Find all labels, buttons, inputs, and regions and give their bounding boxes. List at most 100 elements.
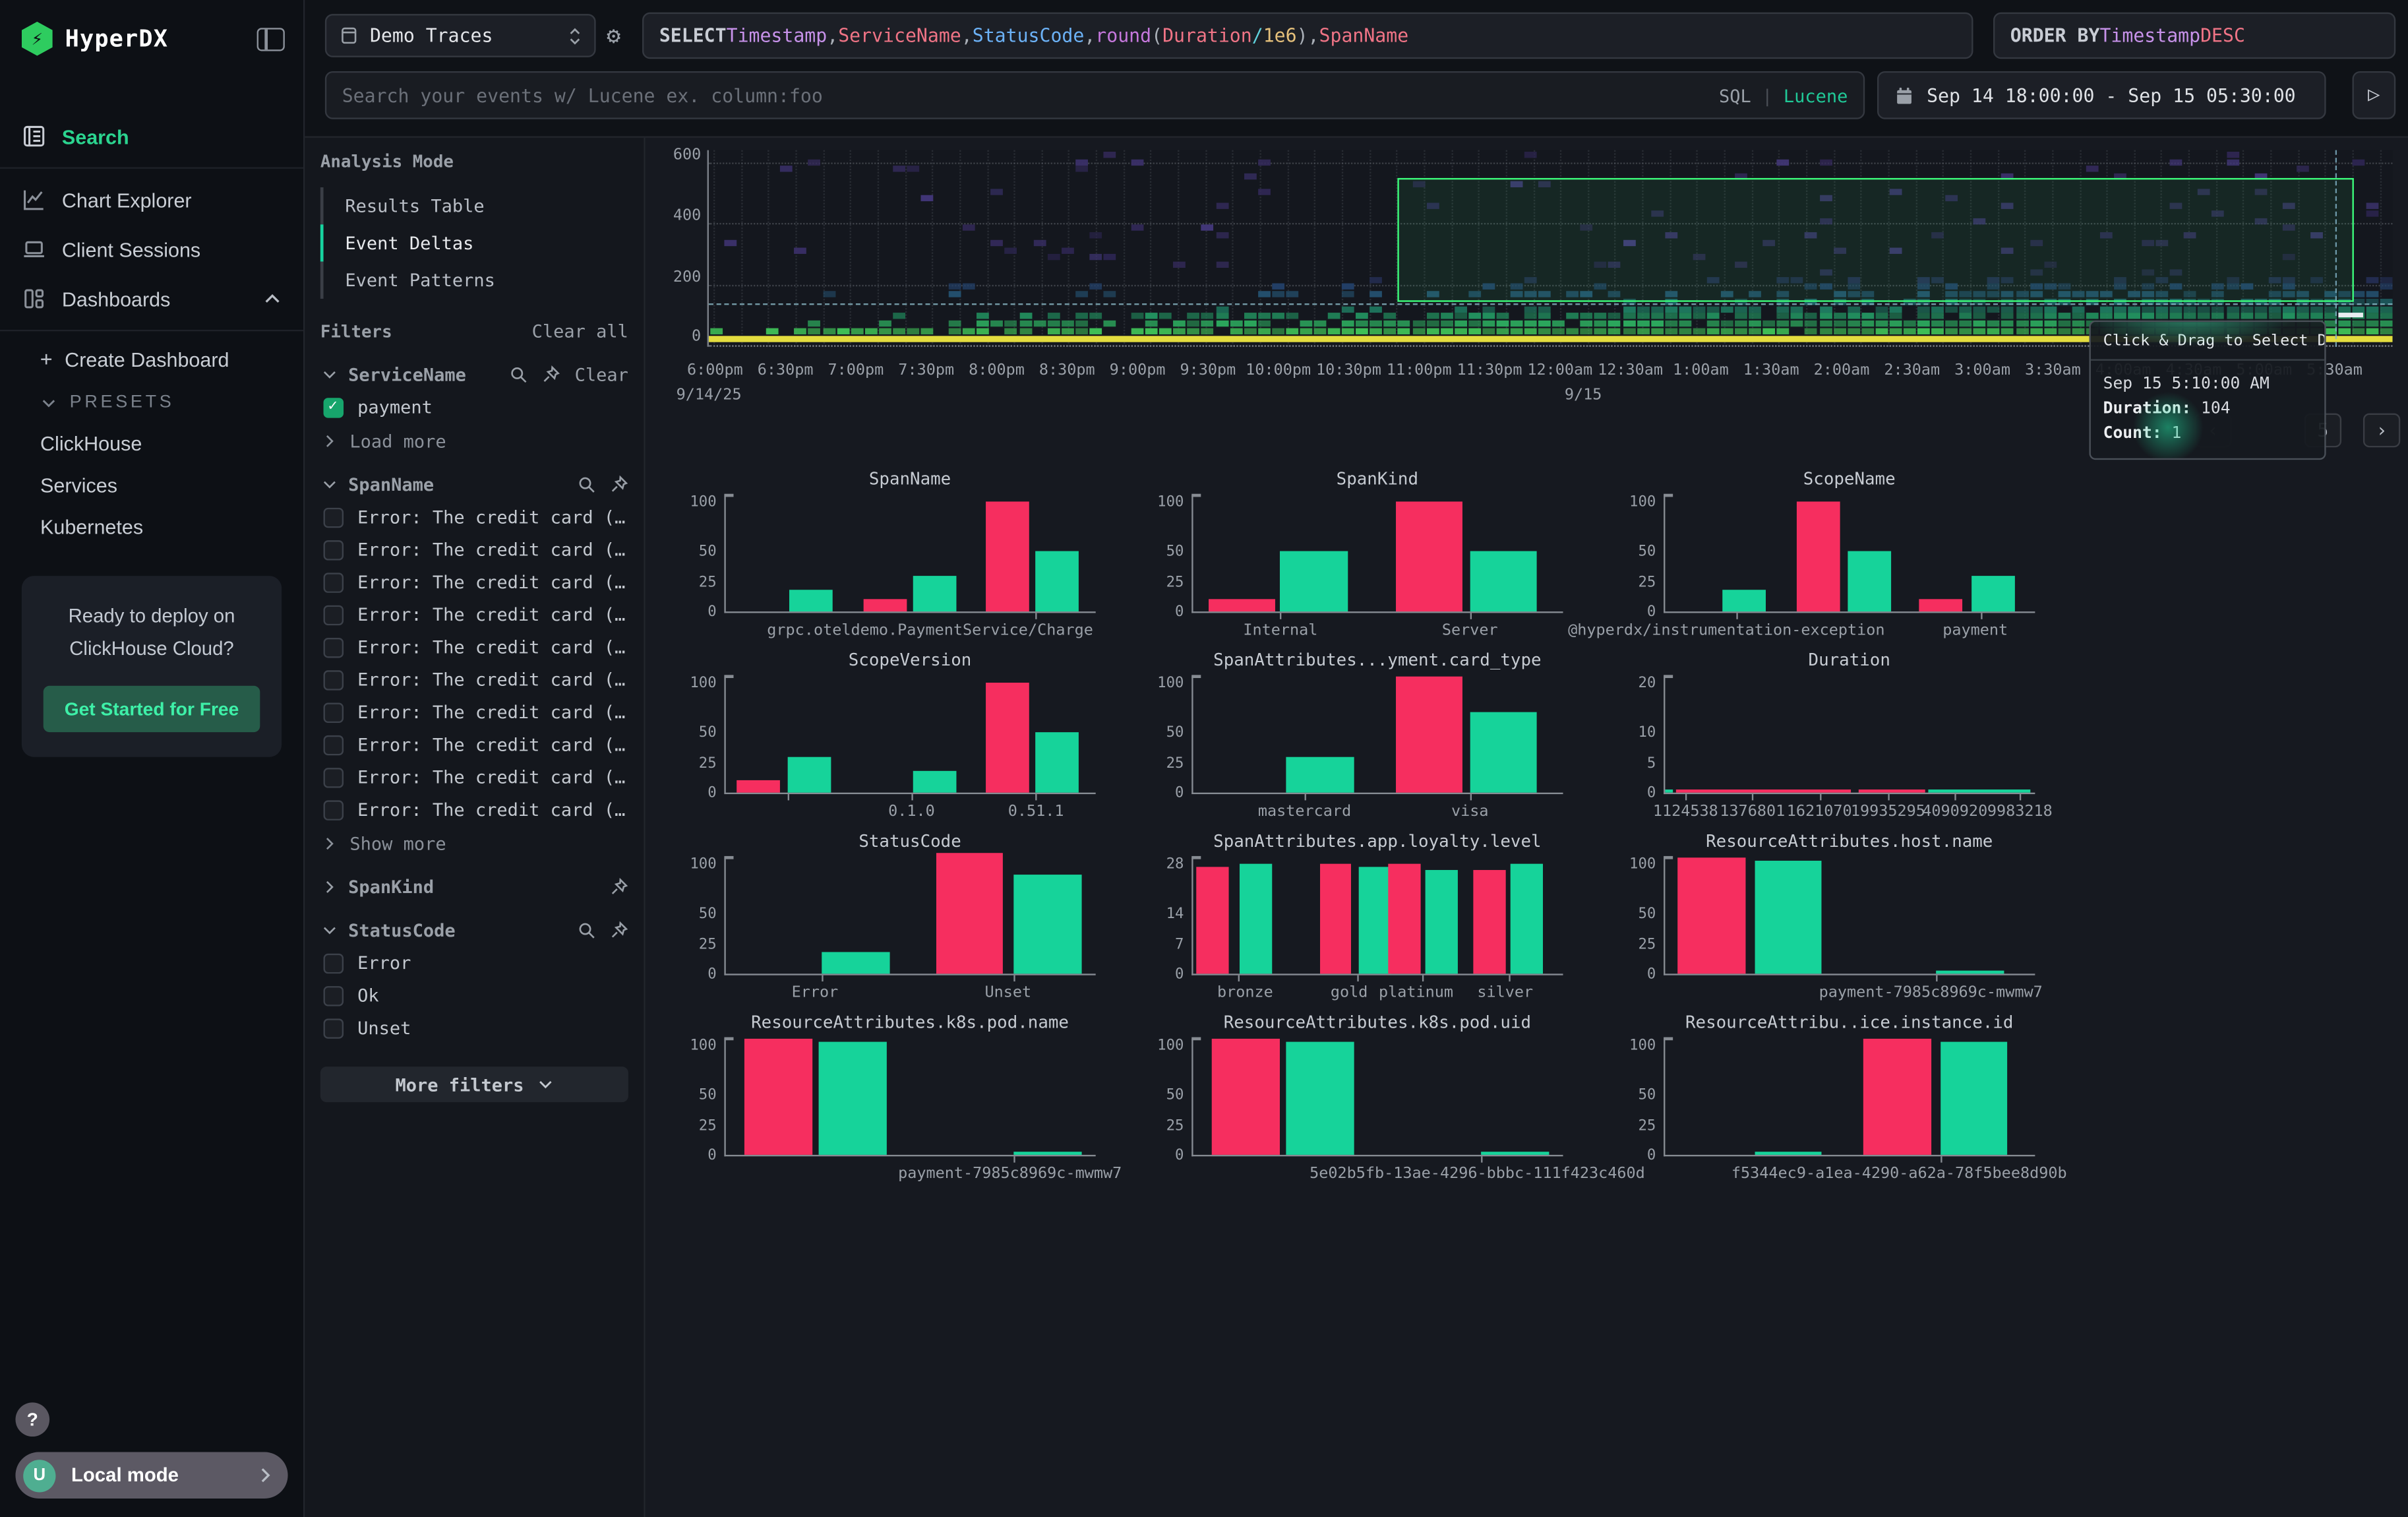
chart-plot: 10050250payment-7985c8969c-mwmw7	[724, 1039, 1095, 1156]
more-filters-button[interactable]: More filters	[320, 1067, 628, 1102]
heatmap-xtick: 12:00am	[1527, 362, 1592, 379]
pagination-next-button[interactable]: ›	[2363, 414, 2400, 448]
checkbox[interactable]	[324, 637, 344, 658]
chart-xlabel: bronze	[1217, 985, 1273, 1002]
sidebar-item-client-sessions[interactable]: Client Sessions	[0, 224, 303, 274]
duration-heatmap[interactable]	[707, 150, 2393, 347]
sidebar-collapse-icon[interactable]	[257, 27, 285, 50]
pin-icon[interactable]	[610, 878, 628, 896]
filter-option-spanname[interactable]: Error: The credit card (…	[320, 669, 628, 691]
sidebar-item-kubernetes[interactable]: Kubernetes	[0, 506, 303, 547]
checkbox[interactable]	[324, 507, 344, 528]
checkbox[interactable]	[324, 985, 344, 1006]
gear-icon[interactable]: ⚙	[607, 22, 620, 49]
filter-group-header[interactable]: ServiceName Clear	[320, 364, 628, 386]
bar-red	[1388, 863, 1420, 974]
analysis-mode-heading: Analysis Mode	[320, 152, 628, 172]
filter-option-spanname[interactable]: Error: The credit card (…	[320, 636, 628, 658]
show-more-button[interactable]: Show more	[320, 833, 628, 855]
sidebar-item-dashboards[interactable]: Dashboards	[0, 274, 303, 323]
mode-lucene[interactable]: Lucene	[1784, 84, 1848, 106]
run-query-button[interactable]: ▷	[2353, 71, 2396, 119]
sql-select-input[interactable]: SELECT Timestamp, ServiceName, StatusCod…	[642, 13, 1973, 59]
sidebar-item-chart-explorer[interactable]: Chart Explorer	[0, 175, 303, 224]
source-select[interactable]: Demo Traces	[325, 14, 596, 57]
search-icon[interactable]	[577, 921, 595, 939]
mini-chart-resourceattributes-k8s-pod-uid: ResourceAttributes.k8s.pod.uid100502505e…	[1191, 1012, 1656, 1156]
filter-option-spanname[interactable]: Error: The credit card (…	[320, 701, 628, 723]
chart-ytick: 10	[1610, 725, 1656, 742]
order-by-input[interactable]: ORDER BY Timestamp DESC	[1993, 13, 2395, 59]
chart-xlabel: gold	[1331, 985, 1368, 1002]
bar-red	[986, 501, 1029, 611]
sidebar-item-search[interactable]: Search	[0, 111, 303, 161]
checkbox[interactable]	[324, 605, 344, 625]
filter-option-spanname[interactable]: Error: The credit card (…	[320, 506, 628, 528]
analysis-mode-event-deltas[interactable]: Event Deltas	[320, 224, 628, 261]
presets-toggle[interactable]: PRESETS	[0, 383, 303, 423]
search-icon[interactable]	[577, 476, 595, 494]
checkbox[interactable]	[324, 572, 344, 592]
filter-option-statuscode[interactable]: Error	[320, 952, 628, 974]
sidebar-item-services[interactable]: Services	[0, 464, 303, 506]
search-input[interactable]: Search your events w/ Lucene ex. column:…	[325, 71, 1865, 119]
checkbox[interactable]	[324, 953, 344, 974]
filter-option-spanname[interactable]: Error: The credit card (…	[320, 733, 628, 755]
heatmap-xtick: 7:30pm	[898, 362, 954, 379]
bar-red	[1319, 863, 1352, 974]
checkbox[interactable]	[324, 767, 344, 788]
filter-option-statuscode[interactable]: Ok	[320, 985, 628, 1006]
chart-ytick: 50	[1137, 725, 1184, 742]
get-started-button[interactable]: Get Started for Free	[43, 685, 260, 731]
chart-plot: 10050250payment-7985c8969c-mwmw7	[1664, 857, 2035, 975]
search-icon[interactable]	[510, 365, 528, 384]
filter-option-spanname[interactable]: Error: The credit card (…	[320, 571, 628, 593]
checkbox[interactable]	[324, 735, 344, 755]
checkbox[interactable]	[324, 1018, 344, 1038]
analysis-mode-event-patterns[interactable]: Event Patterns	[320, 262, 628, 299]
help-button[interactable]: ?	[15, 1402, 49, 1437]
sidebar-item-clickhouse[interactable]: ClickHouse	[0, 423, 303, 464]
pin-icon[interactable]	[542, 365, 560, 384]
filter-option-spanname[interactable]: Error: The credit card (…	[320, 539, 628, 561]
heatmap-selection-box[interactable]	[1397, 178, 2353, 302]
pin-icon[interactable]	[610, 476, 628, 494]
checkbox[interactable]	[324, 397, 344, 418]
checkbox[interactable]	[324, 540, 344, 560]
filter-option-servicename[interactable]: payment	[320, 396, 628, 418]
mini-chart-spanattributes-app-loyalty-level: SpanAttributes.app.loyalty.level281470br…	[1191, 831, 1656, 975]
checkbox[interactable]	[324, 702, 344, 722]
filter-option-spanname[interactable]: Error: The credit card (…	[320, 766, 628, 788]
pin-icon[interactable]	[610, 476, 628, 494]
date-range-picker[interactable]: Sep 14 18:00:00 - Sep 15 05:30:00	[1877, 71, 2326, 119]
chart-xlabel: silver	[1477, 985, 1533, 1002]
filter-group-name: ServiceName	[348, 364, 466, 386]
chart-ytick: 25	[1137, 1117, 1184, 1134]
pin-icon[interactable]	[542, 365, 560, 384]
filter-option-spanname[interactable]: Error: The credit card (…	[320, 604, 628, 625]
load-more-button[interactable]: Load more	[320, 430, 628, 452]
filter-group-header[interactable]: SpanKind	[320, 876, 628, 898]
search-icon[interactable]	[577, 921, 595, 939]
create-dashboard-button[interactable]: + Create Dashboard	[0, 338, 303, 383]
filter-group-header[interactable]: StatusCode	[320, 919, 628, 941]
pin-icon[interactable]	[610, 878, 628, 896]
filter-option-statuscode[interactable]: Unset	[320, 1017, 628, 1039]
filter-group-header[interactable]: SpanName	[320, 474, 628, 495]
checkbox[interactable]	[324, 669, 344, 690]
search-icon[interactable]	[510, 365, 528, 384]
local-mode-button[interactable]: U Local mode	[15, 1452, 287, 1499]
search-icon[interactable]	[577, 476, 595, 494]
filter-option-spanname[interactable]: Error: The credit card (…	[320, 799, 628, 820]
pin-icon[interactable]	[610, 921, 628, 939]
bar-green	[1929, 789, 2030, 793]
pin-icon[interactable]	[610, 921, 628, 939]
filter-group-clear-button[interactable]: Clear	[575, 364, 628, 386]
bar-green	[822, 952, 889, 974]
checkbox[interactable]	[324, 799, 344, 820]
mode-sql[interactable]: SQL	[1719, 84, 1751, 106]
analysis-mode-results-table[interactable]: Results Table	[320, 187, 628, 224]
chart-xlabel: 1124538	[1653, 803, 1718, 820]
bar-red	[986, 682, 1029, 793]
clear-all-button[interactable]: Clear all	[532, 321, 628, 342]
